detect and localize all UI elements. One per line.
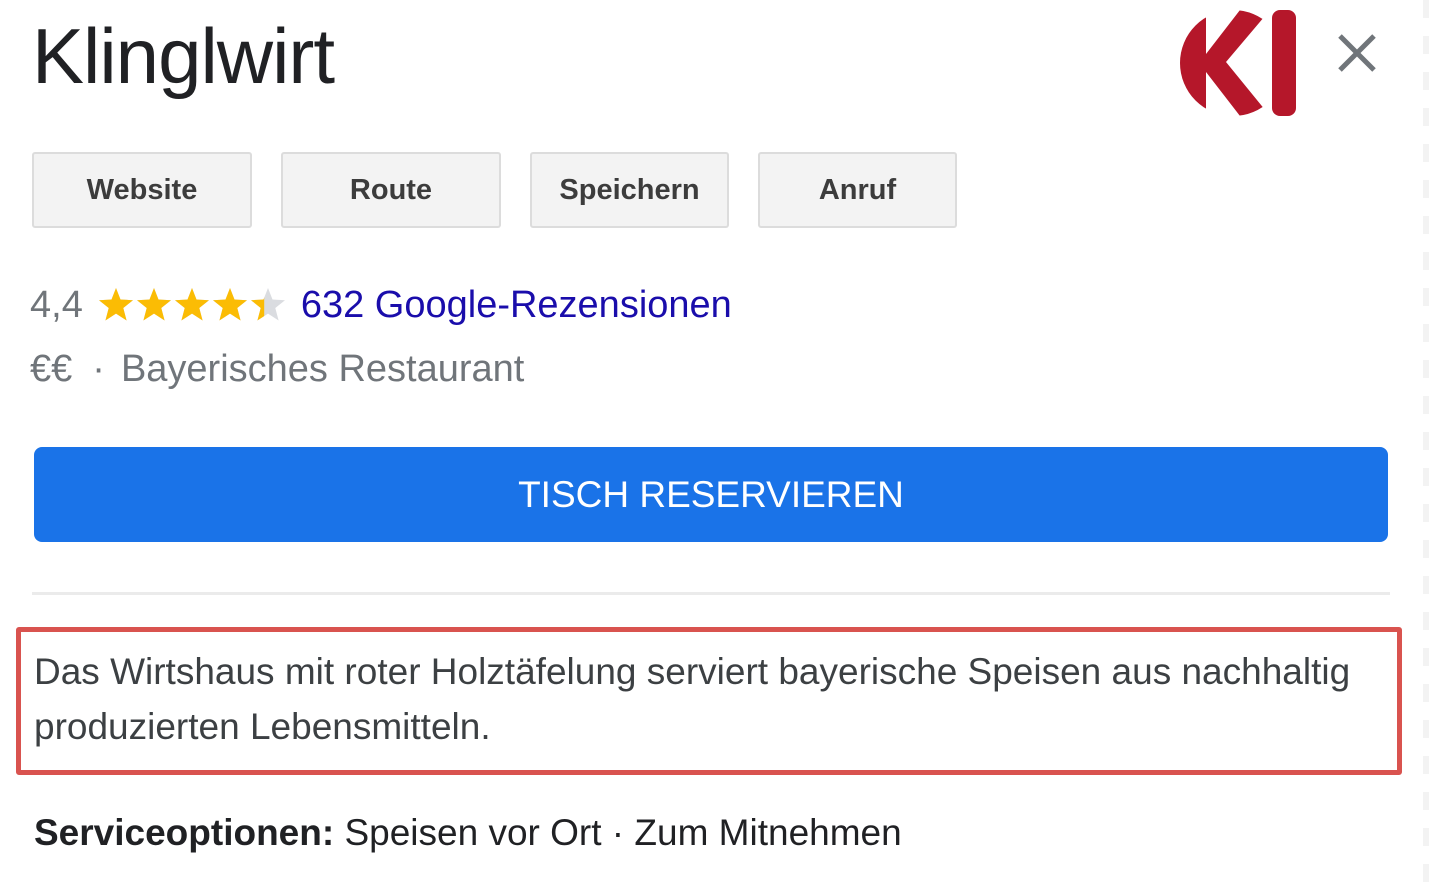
meta-separator: · [92, 347, 105, 390]
service-options: Serviceoptionen: Speisen vor Ort · Zum M… [34, 812, 902, 854]
category-label: Bayerisches Restaurant [120, 347, 525, 390]
service-options-label: Serviceoptionen: [34, 812, 335, 853]
service-options-value: Speisen vor Ort · Zum Mitnehmen [334, 812, 902, 853]
description-text: Das Wirtshaus mit roter Holztäfelung ser… [34, 651, 1351, 747]
reviews-link[interactable]: 632 Google-Rezensionen [301, 284, 732, 327]
restaurant-logo [1180, 10, 1296, 116]
meta-row: €€ · Bayerisches Restaurant [30, 344, 524, 394]
reserve-table-button[interactable]: TISCH RESERVIEREN [34, 447, 1388, 542]
action-button-row: Website Route Speichern Anruf [32, 152, 986, 228]
route-button[interactable]: Route [281, 152, 501, 228]
star-icon [136, 288, 171, 321]
close-icon[interactable] [1330, 26, 1384, 80]
star-icon [174, 288, 209, 321]
section-divider [32, 592, 1390, 595]
call-button[interactable]: Anruf [758, 152, 957, 228]
star-icon [212, 288, 247, 321]
star-rating [97, 286, 287, 324]
page-edge-scroll-indicator [1423, 0, 1429, 888]
save-button[interactable]: Speichern [530, 152, 729, 228]
rating-row: 4,4 632 Google-Rezensionen [30, 280, 732, 330]
rating-value: 4,4 [30, 283, 83, 326]
place-title: Klinglwirt [32, 12, 335, 100]
price-level: €€ [30, 347, 73, 390]
star-icon [98, 288, 133, 321]
website-button[interactable]: Website [32, 152, 252, 228]
star-icon [250, 288, 285, 321]
